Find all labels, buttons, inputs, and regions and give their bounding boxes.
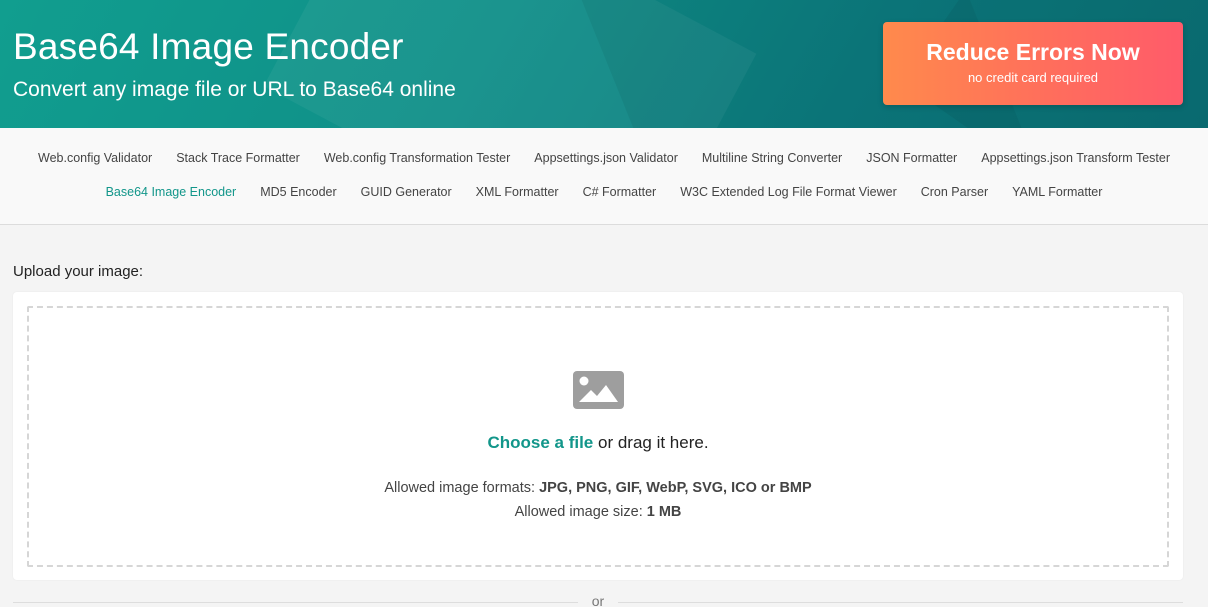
nav-link-w3c-log-viewer[interactable]: W3C Extended Log File Format Viewer bbox=[680, 185, 897, 199]
divider-line bbox=[618, 602, 1183, 603]
allowed-size-label: Allowed image size: bbox=[514, 504, 647, 520]
choose-file-line: Choose a file or drag it here. bbox=[29, 433, 1167, 453]
tools-nav: Web.config Validator Stack Trace Formatt… bbox=[0, 128, 1208, 225]
nav-link-web-config-validator[interactable]: Web.config Validator bbox=[38, 151, 152, 165]
file-dropzone[interactable]: Choose a file or drag it here. Allowed i… bbox=[27, 306, 1169, 567]
page-header: Base64 Image Encoder Convert any image f… bbox=[0, 0, 1208, 128]
page-subtitle: Convert any image file or URL to Base64 … bbox=[13, 78, 456, 101]
choose-file-link[interactable]: Choose a file bbox=[487, 433, 593, 452]
tools-nav-row-1: Web.config Validator Stack Trace Formatt… bbox=[0, 151, 1208, 165]
allowed-formats: Allowed image formats: JPG, PNG, GIF, We… bbox=[29, 480, 1167, 496]
allowed-size-value: 1 MB bbox=[646, 504, 682, 520]
cta-subtitle: no credit card required bbox=[967, 70, 1099, 85]
nav-link-web-config-transformation-tester[interactable]: Web.config Transformation Tester bbox=[324, 151, 510, 165]
allowed-formats-value: JPG, PNG, GIF, WebP, SVG, ICO or BMP bbox=[539, 480, 812, 496]
upload-card: Choose a file or drag it here. Allowed i… bbox=[13, 292, 1183, 580]
image-icon bbox=[573, 371, 624, 409]
tools-nav-row-2: Base64 Image Encoder MD5 Encoder GUID Ge… bbox=[0, 185, 1208, 199]
nav-link-yaml-formatter[interactable]: YAML Formatter bbox=[1012, 185, 1102, 199]
nav-link-xml-formatter[interactable]: XML Formatter bbox=[476, 185, 559, 199]
nav-link-stack-trace-formatter[interactable]: Stack Trace Formatter bbox=[176, 151, 300, 165]
or-divider-text: or bbox=[591, 593, 605, 607]
nav-link-cron-parser[interactable]: Cron Parser bbox=[921, 185, 988, 199]
nav-link-multiline-string-converter[interactable]: Multiline String Converter bbox=[702, 151, 842, 165]
nav-link-md5-encoder[interactable]: MD5 Encoder bbox=[260, 185, 336, 199]
drag-hint: or drag it here. bbox=[593, 433, 709, 452]
cta-title: Reduce Errors Now bbox=[926, 39, 1140, 65]
nav-link-base64-image-encoder[interactable]: Base64 Image Encoder bbox=[106, 185, 237, 199]
nav-link-appsettings-transform-tester[interactable]: Appsettings.json Transform Tester bbox=[981, 151, 1170, 165]
divider-line bbox=[13, 602, 578, 603]
nav-link-guid-generator[interactable]: GUID Generator bbox=[361, 185, 452, 199]
page-title: Base64 Image Encoder bbox=[13, 26, 404, 67]
nav-link-json-formatter[interactable]: JSON Formatter bbox=[866, 151, 957, 165]
upload-label: Upload your image: bbox=[13, 263, 144, 280]
allowed-size: Allowed image size: 1 MB bbox=[29, 504, 1167, 520]
nav-link-appsettings-validator[interactable]: Appsettings.json Validator bbox=[534, 151, 678, 165]
reduce-errors-button[interactable]: Reduce Errors Now no credit card require… bbox=[883, 22, 1183, 105]
nav-link-csharp-formatter[interactable]: C# Formatter bbox=[583, 185, 657, 199]
allowed-formats-label: Allowed image formats: bbox=[384, 480, 540, 496]
